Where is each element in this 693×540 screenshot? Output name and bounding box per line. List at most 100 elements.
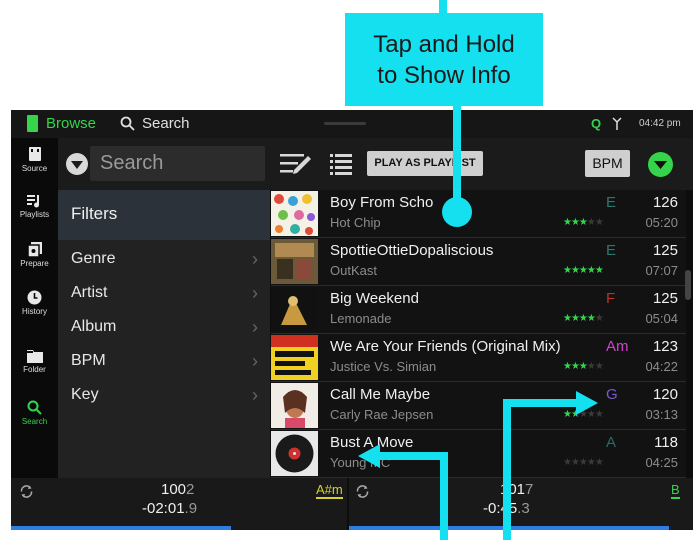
- panel-handle[interactable]: [324, 122, 366, 125]
- tap-target-dot: [442, 197, 472, 227]
- filter-album[interactable]: Album ›: [58, 310, 270, 344]
- track-artist: Hot Chip: [330, 215, 381, 230]
- filter-artist[interactable]: Artist ›: [58, 276, 270, 310]
- usb-drive-icon: [28, 147, 41, 161]
- nav-source[interactable]: Source: [11, 146, 58, 173]
- chevron-right-icon: ›: [252, 317, 258, 337]
- callout-tap-hold: Tap and Hold to Show Info: [345, 13, 543, 106]
- track-title: Big Weekend: [330, 290, 419, 307]
- nav-search-label: Search: [21, 417, 48, 426]
- deck-left-key: A#m: [316, 482, 343, 499]
- chevron-right-icon: ›: [252, 351, 258, 371]
- browse-toolbar: Search PLAY AS PLAYLIST BPM: [58, 138, 693, 190]
- filters-title: Filters: [71, 204, 118, 223]
- track-bpm: 123: [652, 338, 678, 355]
- track-bpm: 125: [652, 290, 678, 307]
- edit-list-icon[interactable]: [280, 153, 312, 175]
- sync-icon[interactable]: [19, 484, 34, 499]
- browse-icon: [27, 115, 38, 132]
- callout-line-2: to Show Info: [377, 61, 511, 89]
- track-title: SpottieOttieDopaliscious: [330, 242, 494, 259]
- sort-order-icon[interactable]: [648, 152, 673, 177]
- search-placeholder: Search: [100, 152, 164, 174]
- filter-genre[interactable]: Genre ›: [58, 242, 270, 276]
- arrow-key-shaft: [503, 399, 577, 407]
- search-tab[interactable]: Search: [142, 115, 190, 132]
- track-title: We Are Your Friends (Original Mix): [330, 338, 561, 355]
- track-artist: Justice Vs. Simian: [330, 359, 437, 374]
- track-duration: 03:13: [645, 407, 678, 422]
- arrow-key-stem: [503, 399, 511, 540]
- clock-time: 04:42 pm: [639, 118, 681, 129]
- nav-playlists[interactable]: Playlists: [11, 194, 58, 219]
- track-title: Call Me Maybe: [330, 386, 431, 403]
- track-artist: OutKast: [330, 263, 377, 278]
- chevron-right-icon: ›: [252, 385, 258, 405]
- track-duration: 05:04: [645, 311, 678, 326]
- callout-line-1: Tap and Hold: [373, 30, 515, 58]
- track-row[interactable]: SpottieOttieDopaliscious OutKast E ★★★★★…: [271, 238, 686, 286]
- folder-icon: [26, 350, 43, 363]
- prepare-icon: [27, 242, 42, 257]
- album-art: [271, 287, 318, 332]
- deck-left[interactable]: 1002 -02:01.9 A#m: [11, 478, 347, 530]
- album-art: [271, 239, 318, 284]
- track-duration: 04:25: [645, 455, 678, 470]
- sort-bpm-label: BPM: [592, 155, 623, 171]
- play-as-playlist-button[interactable]: PLAY AS PLAYLIST: [367, 151, 483, 176]
- rating-stars: ★★★★★: [563, 361, 604, 372]
- filter-key[interactable]: Key ›: [58, 378, 270, 412]
- album-art: [271, 431, 318, 476]
- track-row[interactable]: Big Weekend Lemonade F ★★★★★ 125 05:04: [271, 286, 686, 334]
- album-art: [271, 335, 318, 380]
- filters-panel: Filters Genre › Artist › Album › BPM › Key ›: [58, 190, 270, 478]
- rating-stars: ★★★★★: [563, 217, 604, 228]
- sort-bpm-button[interactable]: BPM: [585, 150, 630, 177]
- sync-icon[interactable]: [355, 484, 370, 499]
- track-key: E: [606, 194, 617, 211]
- deck-right-key: B: [671, 482, 680, 499]
- filter-genre-label: Genre: [71, 250, 116, 267]
- track-row[interactable]: Bust A Move Young MC A ★★★★★ 118 04:25: [271, 430, 686, 478]
- track-bpm: 118: [654, 434, 678, 451]
- track-artist: Carly Rae Jepsen: [330, 407, 434, 422]
- nav-folder[interactable]: Folder: [11, 349, 58, 374]
- playlist-icon: [27, 195, 39, 208]
- dropdown-icon[interactable]: [66, 153, 88, 175]
- arrow-right-icon: [576, 391, 598, 415]
- deck-left-bpm: 1002: [161, 481, 195, 498]
- nav-prepare[interactable]: Prepare: [11, 242, 58, 268]
- filter-album-label: Album: [71, 318, 117, 335]
- track-key: Am: [606, 338, 629, 355]
- track-key: F: [606, 290, 616, 307]
- track-key: G: [606, 386, 618, 403]
- search-icon: [27, 400, 42, 415]
- track-title: Boy From Scho: [330, 194, 434, 211]
- track-bpm: 126: [652, 194, 678, 211]
- nav-search[interactable]: Search: [11, 400, 58, 426]
- track-row[interactable]: Call Me Maybe Carly Rae Jepsen G ★★★★★ 1…: [271, 382, 686, 430]
- search-input[interactable]: Search: [90, 146, 265, 181]
- rating-stars: ★★★★★: [563, 265, 604, 276]
- search-icon: [120, 116, 135, 131]
- nav-source-label: Source: [21, 164, 48, 173]
- device-screen: Browse Search Q 04:42 pm Source Playlist…: [11, 110, 693, 530]
- nav-history[interactable]: History: [11, 290, 58, 316]
- track-key: A: [606, 434, 617, 451]
- track-bpm: 120: [652, 386, 678, 403]
- browse-tab[interactable]: Browse: [46, 115, 96, 132]
- deck-left-progress: [11, 526, 231, 530]
- track-duration: 07:07: [645, 263, 678, 278]
- list-view-icon[interactable]: [330, 153, 352, 175]
- track-list-scrollbar[interactable]: [685, 270, 691, 300]
- deck-right[interactable]: 1017 -0:45.3 B: [349, 478, 693, 530]
- track-row[interactable]: We Are Your Friends (Original Mix) Justi…: [271, 334, 686, 382]
- track-row[interactable]: Boy From Scho Hot Chip E ★★★★★ 126 05:20: [271, 190, 686, 238]
- antenna-icon: [612, 117, 622, 130]
- left-nav: Source Playlists Prepare History Folder …: [11, 138, 58, 478]
- callout-connector-top: [439, 0, 447, 14]
- arrow-artist-stem: [440, 452, 448, 540]
- deck-left-time: -02:01.9: [142, 500, 198, 517]
- clock-icon: [27, 290, 42, 305]
- filter-bpm[interactable]: BPM ›: [58, 344, 270, 378]
